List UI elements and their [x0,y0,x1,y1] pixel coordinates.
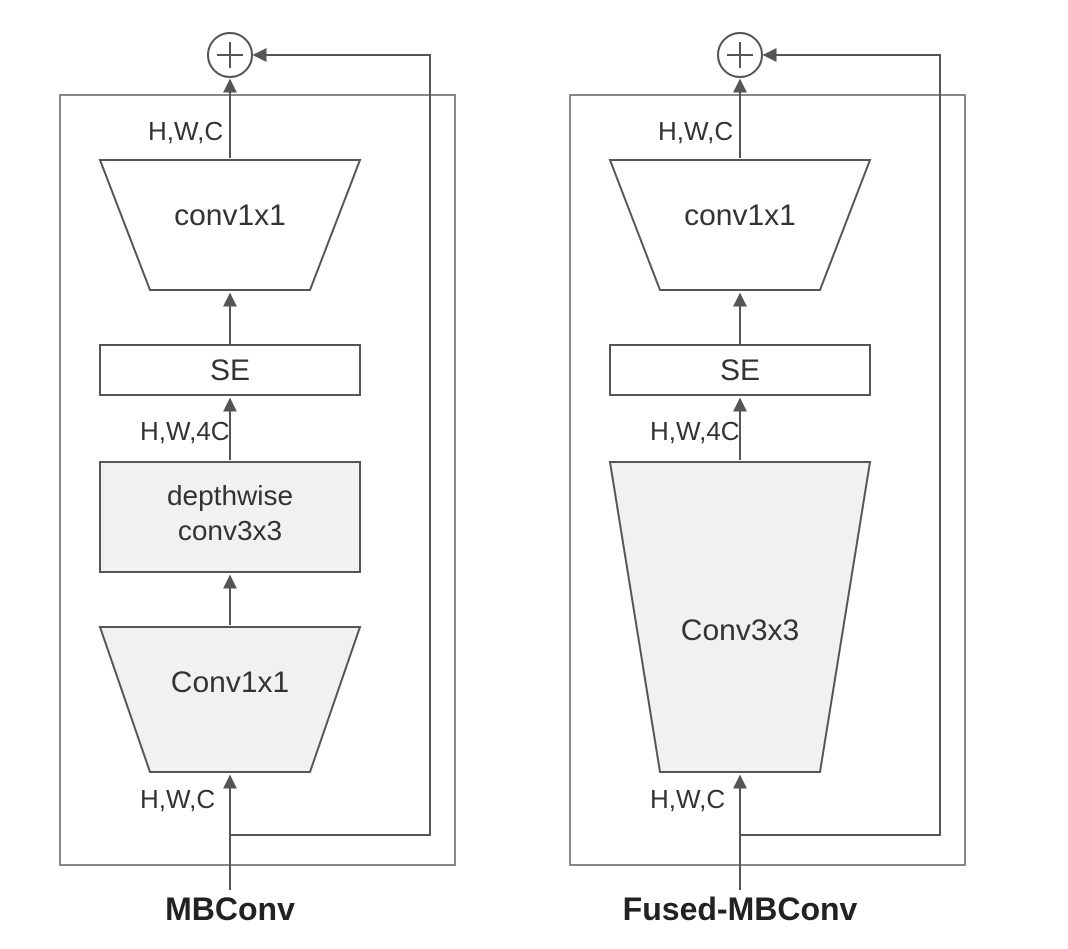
conv3x3-label-right: Conv3x3 [681,614,799,647]
fused-mbconv-block: H,W,C conv1x1 SE H,W,4C Conv3x3 H,W,C Fu… [570,33,965,927]
top-dim-left: H,W,C [148,116,223,146]
depthwise-label-left-line2: conv3x3 [178,515,282,546]
mid-dim-left: H,W,4C [140,416,230,446]
add-node-left [208,33,252,77]
top-dim-right: H,W,C [658,116,733,146]
conv1x1-bottom-left [100,627,360,772]
diagram-root: H,W,C conv1x1 SE H,W,4C depthwise conv3x… [0,0,1068,944]
title-right: Fused-MBConv [623,891,858,927]
bottom-dim-right: H,W,C [650,784,725,814]
depthwise-label-left-line1: depthwise [167,480,293,511]
bottom-dim-left: H,W,C [140,784,215,814]
mid-dim-right: H,W,4C [650,416,740,446]
title-left: MBConv [165,891,295,927]
conv1x1-bottom-label-left: Conv1x1 [171,666,289,699]
mbconv-block: H,W,C conv1x1 SE H,W,4C depthwise conv3x… [60,33,455,927]
conv1x1-top-label-right: conv1x1 [684,199,796,232]
se-label-left: SE [210,354,250,387]
se-label-right: SE [720,354,760,387]
conv1x1-top-label-left: conv1x1 [174,199,286,232]
add-node-right [718,33,762,77]
